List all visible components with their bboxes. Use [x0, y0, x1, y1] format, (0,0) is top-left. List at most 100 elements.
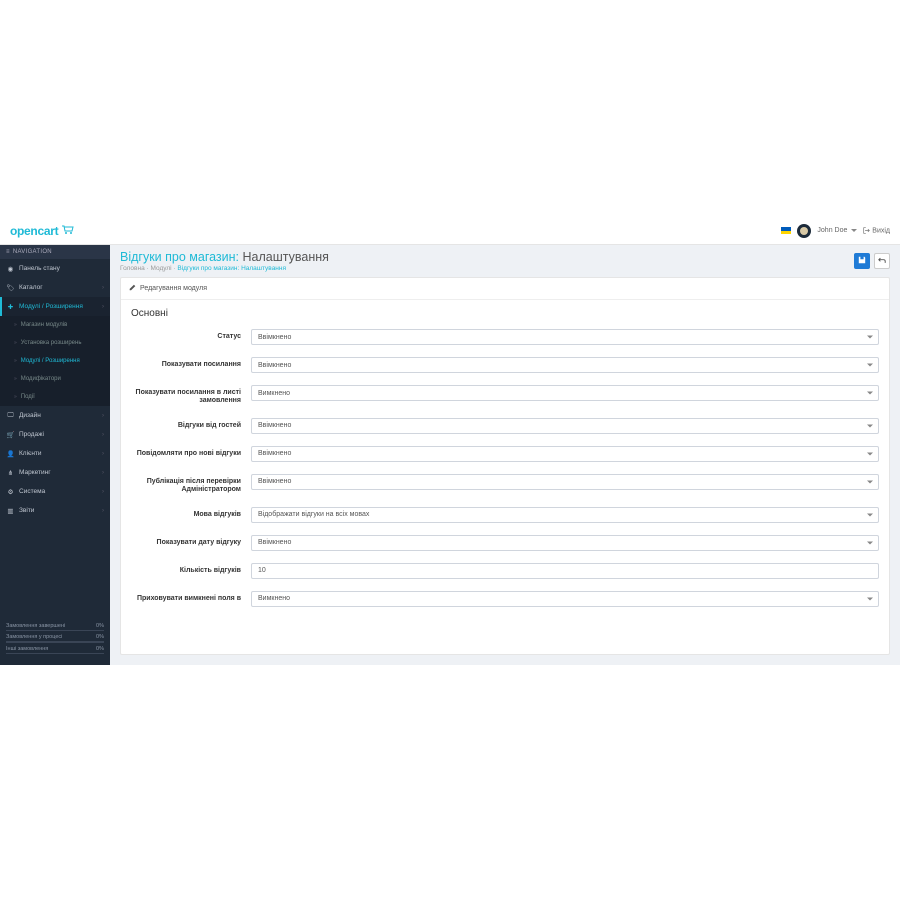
form-row: Показувати дату відгукуВвімкнено [131, 535, 879, 551]
sidebar-item-extensions[interactable]: ✚ Модулі / Розширення › [0, 297, 110, 316]
form-label: Публікація після перевірки Адміністратор… [131, 474, 251, 495]
user-icon: 👤 [6, 450, 15, 458]
chevron-right-icon: › [102, 285, 104, 291]
user-name: John Doe [817, 227, 847, 234]
double-chevron-icon: » [14, 340, 17, 346]
panel-body: Основні СтатусВвімкненоПоказувати посила… [121, 300, 889, 654]
select-input[interactable]: Ввімкнено [251, 418, 879, 434]
page-title-sub: Налаштування [243, 250, 329, 264]
chevron-down-icon [867, 597, 873, 600]
form-row: Публікація після перевірки Адміністратор… [131, 474, 879, 495]
page-title: Відгуки про магазин: Налаштування [120, 250, 329, 264]
main-content: Відгуки про магазин: Налаштування Головн… [110, 245, 900, 665]
select-input[interactable]: Ввімкнено [251, 329, 879, 345]
form-label: Показувати дату відгуку [131, 535, 251, 547]
chevron-right-icon: › [102, 413, 104, 419]
sidebar-item-customers[interactable]: 👤 Клієнти › [0, 444, 110, 463]
section-title: Основні [131, 308, 879, 319]
back-button[interactable] [874, 253, 890, 269]
sidebar-item-label: Панель стану [19, 265, 60, 272]
sidebar-sub-marketplace[interactable]: »Магазин модулів [0, 316, 110, 334]
form-row: Кількість відгуків10 [131, 563, 879, 579]
sidebar-item-dashboard[interactable]: ◉ Панель стану [0, 259, 110, 278]
select-input[interactable]: Вимкнено [251, 591, 879, 607]
sidebar-stats: Замовлення завершені0% Замовлення у проц… [0, 619, 110, 666]
sidebar-item-label: Модулі / Розширення [19, 303, 83, 310]
logout-label: Вихід [872, 227, 890, 234]
chevron-down-icon [867, 424, 873, 427]
sidebar-sub-events[interactable]: »Події [0, 388, 110, 406]
select-input[interactable]: Ввімкнено [251, 535, 879, 551]
sidebar-item-marketing[interactable]: ⋔ Маркетинг › [0, 463, 110, 482]
stat-label: Замовлення у процесі [6, 634, 62, 640]
breadcrumb: Головна · Модулі · Відгуки про магазин: … [120, 265, 329, 272]
flag-icon[interactable] [781, 227, 791, 234]
double-chevron-icon: » [14, 322, 17, 328]
chevron-down-icon [867, 392, 873, 395]
user-menu[interactable]: John Doe [817, 227, 857, 234]
select-input[interactable]: Ввімкнено [251, 357, 879, 373]
puzzle-icon: ✚ [6, 303, 15, 311]
save-button[interactable] [854, 253, 870, 269]
chevron-down-icon [867, 541, 873, 544]
form-label: Показувати посилання [131, 357, 251, 369]
chart-icon: ▥ [6, 507, 15, 515]
stat-value: 0% [96, 646, 104, 652]
nav-header-label: NAVIGATION [13, 249, 52, 255]
progress-bar [6, 653, 104, 655]
double-chevron-icon: » [14, 358, 17, 364]
sidebar-item-system[interactable]: ⚙ Система › [0, 482, 110, 501]
sidebar-sub-extensions[interactable]: »Модулі / Розширення [0, 352, 110, 370]
crumb-reviews[interactable]: Відгуки про магазин: [177, 265, 239, 272]
stat-value: 0% [96, 634, 104, 640]
logo[interactable]: opencart [10, 224, 75, 238]
sidebar-item-label: Продажі [19, 431, 44, 438]
chevron-down-icon [867, 452, 873, 455]
topbar: opencart John Doe Вихід [0, 217, 900, 245]
form-label: Кількість відгуків [131, 563, 251, 575]
select-input[interactable]: Відображати відгуки на всіх мовах [251, 507, 879, 523]
cart-icon [61, 224, 75, 238]
select-value: Ввімкнено [258, 450, 291, 457]
exit-icon [863, 227, 870, 234]
text-input[interactable]: 10 [251, 563, 879, 579]
select-value: Відображати відгуки на всіх мовах [258, 511, 369, 518]
avatar[interactable] [797, 224, 811, 238]
crumb-home[interactable]: Головна [120, 265, 145, 272]
chevron-down-icon [867, 364, 873, 367]
bars-icon: ≡ [6, 249, 10, 255]
sidebar-item-label: Каталог [19, 284, 43, 291]
form-label: Статус [131, 329, 251, 341]
form-row: Показувати посилання в листі замовленняВ… [131, 385, 879, 406]
select-input[interactable]: Вимкнено [251, 385, 879, 401]
sidebar-sub-modifications[interactable]: »Модифікатори [0, 370, 110, 388]
select-input[interactable]: Ввімкнено [251, 446, 879, 462]
select-value: Ввімкнено [258, 478, 291, 485]
sidebar-item-label: Маркетинг [19, 469, 51, 476]
sidebar-sub-installer[interactable]: »Установка розширень [0, 334, 110, 352]
chevron-right-icon: › [102, 489, 104, 495]
sidebar: ≡ NAVIGATION ◉ Панель стану 🏷 Каталог › … [0, 245, 110, 665]
crumb-modules[interactable]: Модулі [150, 265, 171, 272]
form-label: Приховувати вимкнені поля в [131, 591, 251, 603]
logout-link[interactable]: Вихід [863, 227, 890, 234]
progress-bar [6, 641, 104, 643]
share-icon: ⋔ [6, 469, 15, 477]
sidebar-item-catalog[interactable]: 🏷 Каталог › [0, 278, 110, 297]
sidebar-item-reports[interactable]: ▥ Звіти › [0, 501, 110, 520]
chevron-down-icon [851, 229, 857, 232]
select-input[interactable]: Ввімкнено [251, 474, 879, 490]
double-chevron-icon: » [14, 376, 17, 382]
nav-header: ≡ NAVIGATION [0, 245, 110, 259]
sidebar-item-sales[interactable]: 🛒 Продажі › [0, 425, 110, 444]
tags-icon: 🏷 [6, 284, 15, 292]
chevron-right-icon: › [102, 432, 104, 438]
sidebar-item-label: Звіти [19, 507, 34, 514]
select-value: Ввімкнено [258, 362, 291, 369]
panel-heading: Редагування модуля [121, 278, 889, 300]
dashboard-icon: ◉ [6, 265, 15, 273]
sidebar-item-design[interactable]: 🖵 Дизайн › [0, 406, 110, 425]
stat-row: Інші замовлення 0% [6, 646, 104, 655]
crumb-settings[interactable]: Налаштування [241, 265, 286, 272]
stat-label: Інші замовлення [6, 646, 48, 652]
